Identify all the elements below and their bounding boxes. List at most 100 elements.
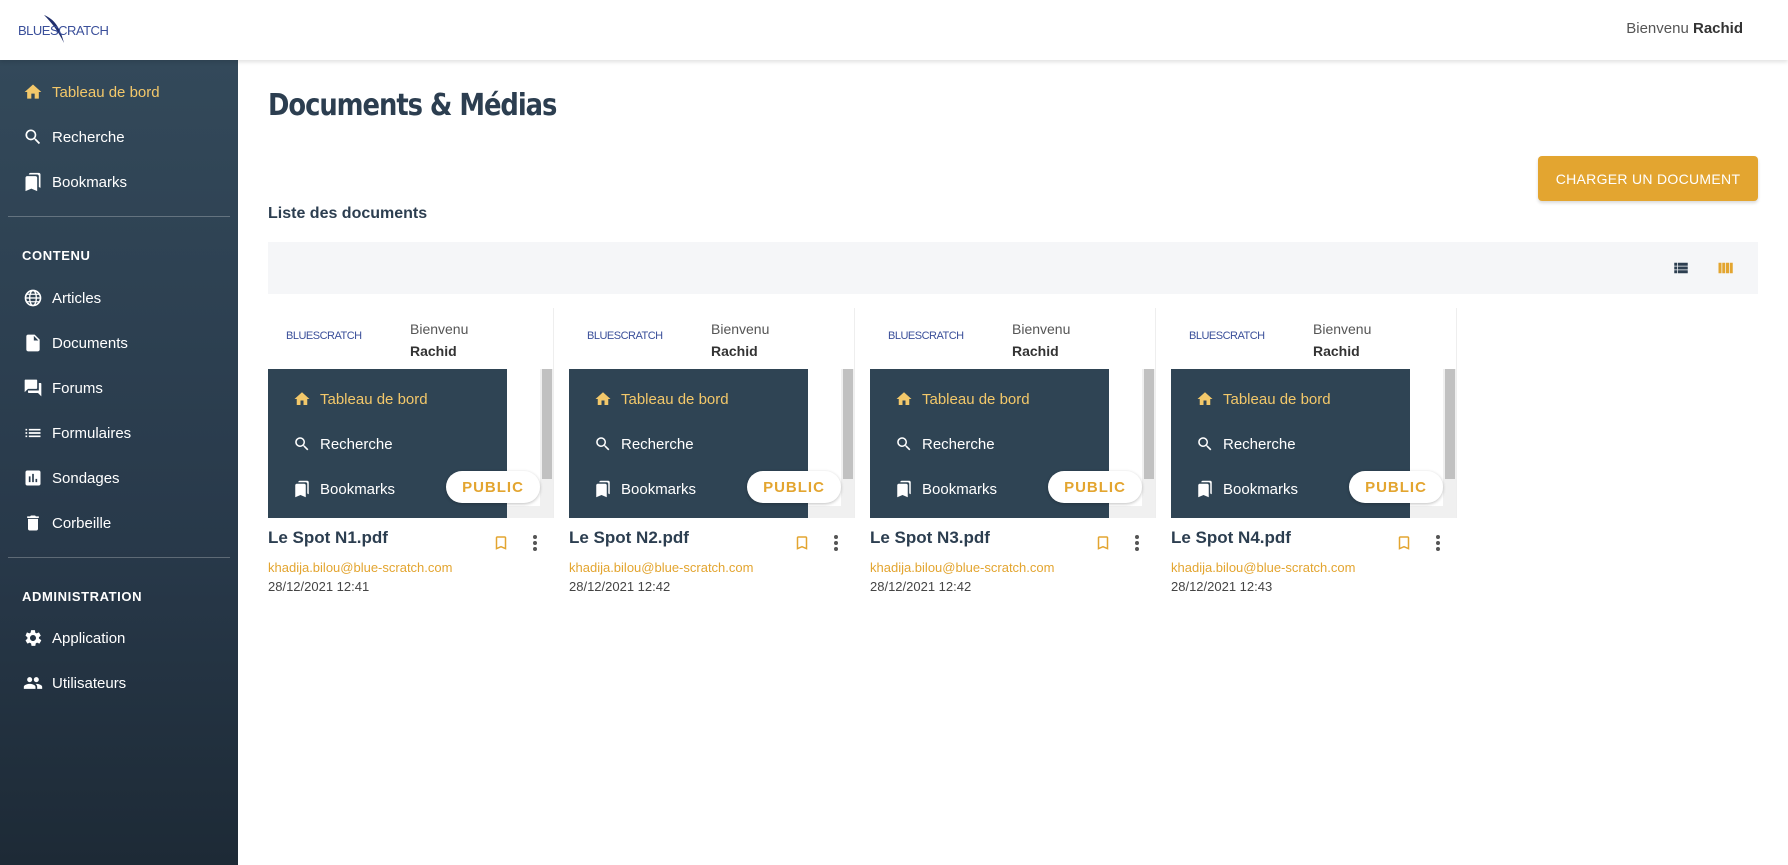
welcome-prefix: Bienvenu xyxy=(1626,20,1689,37)
document-card[interactable]: BLUESCRATCH Bienvenu Rachid Tableau de b… xyxy=(870,308,1156,598)
home-icon xyxy=(1195,389,1215,409)
thumbnail-nav-label: Bookmarks xyxy=(621,480,697,498)
search-icon xyxy=(292,434,312,454)
sidebar-item-forms[interactable]: Formulaires xyxy=(0,413,238,453)
home-icon xyxy=(593,389,613,409)
document-card[interactable]: BLUESCRATCH Bienvenu Rachid Tableau de b… xyxy=(268,308,554,598)
sidebar-item-dashboard[interactable]: Tableau de bord xyxy=(0,72,238,112)
sidebar-item-forums[interactable]: Forums xyxy=(0,368,238,408)
scroll-thumb xyxy=(843,369,853,479)
document-date: 28/12/2021 12:42 xyxy=(870,579,972,594)
bookmarks-icon xyxy=(292,479,312,499)
home-icon xyxy=(292,389,312,409)
document-author[interactable]: khadija.bilou@blue-scratch.com xyxy=(268,560,452,575)
home-icon xyxy=(22,81,44,103)
sidebar: Tableau de bord Recherche Bookmarks CONT… xyxy=(0,60,238,865)
trash-icon xyxy=(22,512,44,534)
thumbnail-nav-item: Bookmarks xyxy=(1195,479,1298,499)
globe-icon xyxy=(22,287,44,309)
search-icon xyxy=(22,126,44,148)
more-vertical-icon xyxy=(1135,535,1139,551)
users-icon xyxy=(22,672,44,694)
thumbnail-nav-item: Tableau de bord xyxy=(292,389,428,409)
list-view-icon xyxy=(1674,262,1688,274)
search-icon xyxy=(1195,434,1215,454)
document-thumbnail[interactable]: BLUESCRATCH Bienvenu Rachid Tableau de b… xyxy=(268,308,554,518)
thumbnail-nav-label: Recherche xyxy=(1223,435,1296,453)
view-toolbar xyxy=(268,242,1758,294)
sidebar-item-label: Corbeille xyxy=(52,514,112,532)
forum-icon xyxy=(22,377,44,399)
document-thumbnail[interactable]: BLUESCRATCH Bienvenu Rachid Tableau de b… xyxy=(1171,308,1457,518)
grid-view-button[interactable] xyxy=(1714,256,1738,280)
scroll-thumb xyxy=(542,369,552,479)
sidebar-divider xyxy=(8,557,230,558)
document-name[interactable]: Le Spot N1.pdf xyxy=(268,528,388,548)
more-vertical-icon xyxy=(1436,535,1440,551)
home-icon xyxy=(894,389,914,409)
sidebar-item-articles[interactable]: Articles xyxy=(0,278,238,318)
section-title-content: CONTENU xyxy=(22,248,91,263)
bookmarks-icon xyxy=(22,171,44,193)
document-author[interactable]: khadija.bilou@blue-scratch.com xyxy=(1171,560,1355,575)
user-name[interactable]: Rachid xyxy=(1693,20,1743,37)
gear-icon xyxy=(22,627,44,649)
sidebar-item-bookmarks[interactable]: Bookmarks xyxy=(0,162,238,202)
sidebar-item-label: Forums xyxy=(52,379,103,397)
document-card[interactable]: BLUESCRATCH Bienvenu Rachid Tableau de b… xyxy=(1171,308,1457,598)
more-options-button[interactable] xyxy=(1430,532,1446,554)
search-icon xyxy=(593,434,613,454)
bookmarks-icon xyxy=(894,479,914,499)
more-vertical-icon xyxy=(834,535,838,551)
sidebar-item-documents[interactable]: Documents xyxy=(0,323,238,363)
visibility-badge: PUBLIC xyxy=(747,471,841,503)
document-author[interactable]: khadija.bilou@blue-scratch.com xyxy=(870,560,1054,575)
bookmark-button[interactable] xyxy=(1393,532,1415,554)
grid-view-icon xyxy=(1718,262,1733,274)
bookmark-button[interactable] xyxy=(791,532,813,554)
sidebar-item-label: Bookmarks xyxy=(52,173,128,191)
app-logo[interactable]: BLUESCRATCH xyxy=(18,13,109,45)
document-name[interactable]: Le Spot N4.pdf xyxy=(1171,528,1291,548)
bookmark-outline-icon xyxy=(1398,536,1410,550)
sidebar-item-application[interactable]: Application xyxy=(0,618,238,658)
sidebar-item-label: Recherche xyxy=(52,128,125,146)
sidebar-item-users[interactable]: Utilisateurs xyxy=(0,663,238,703)
document-name[interactable]: Le Spot N3.pdf xyxy=(870,528,990,548)
document-author[interactable]: khadija.bilou@blue-scratch.com xyxy=(569,560,753,575)
more-options-button[interactable] xyxy=(828,532,844,554)
horizontal-scroll-track xyxy=(1410,506,1456,518)
document-name[interactable]: Le Spot N2.pdf xyxy=(569,528,689,548)
more-options-button[interactable] xyxy=(1129,532,1145,554)
bookmark-button[interactable] xyxy=(1092,532,1114,554)
bookmark-outline-icon xyxy=(495,536,507,550)
upload-document-button[interactable]: CHARGER UN DOCUMENT xyxy=(1538,156,1758,201)
visibility-badge: PUBLIC xyxy=(1048,471,1142,503)
scroll-thumb xyxy=(1144,369,1154,479)
document-thumbnail[interactable]: BLUESCRATCH Bienvenu Rachid Tableau de b… xyxy=(569,308,855,518)
sidebar-item-polls[interactable]: Sondages xyxy=(0,458,238,498)
document-thumbnail[interactable]: BLUESCRATCH Bienvenu Rachid Tableau de b… xyxy=(870,308,1156,518)
thumbnail-nav-label: Recherche xyxy=(922,435,995,453)
more-vertical-icon xyxy=(533,535,537,551)
thumbnail-nav-label: Tableau de bord xyxy=(320,390,428,408)
sidebar-item-trash[interactable]: Corbeille xyxy=(0,503,238,543)
thumbnail-user-name: Rachid xyxy=(410,343,457,359)
more-options-button[interactable] xyxy=(527,532,543,554)
sidebar-item-search[interactable]: Recherche xyxy=(0,117,238,157)
bookmark-button[interactable] xyxy=(490,532,512,554)
list-view-button[interactable] xyxy=(1669,256,1693,280)
thumbnail-welcome: Bienvenu Rachid xyxy=(1012,318,1070,362)
poll-icon xyxy=(22,467,44,489)
thumbnail-user-name: Rachid xyxy=(711,343,758,359)
thumbnail-nav-item: Recherche xyxy=(292,434,393,454)
thumbnail-nav-item: Recherche xyxy=(593,434,694,454)
document-card[interactable]: BLUESCRATCH Bienvenu Rachid Tableau de b… xyxy=(569,308,855,598)
list-icon xyxy=(22,422,44,444)
search-icon xyxy=(894,434,914,454)
horizontal-scroll-track xyxy=(507,506,553,518)
thumbnail-welcome-text: Bienvenu xyxy=(1012,321,1071,337)
thumbnail-nav-item: Tableau de bord xyxy=(593,389,729,409)
thumbnail-nav-item: Bookmarks xyxy=(292,479,395,499)
thumbnail-header: BLUESCRATCH Bienvenu Rachid xyxy=(1171,308,1456,369)
